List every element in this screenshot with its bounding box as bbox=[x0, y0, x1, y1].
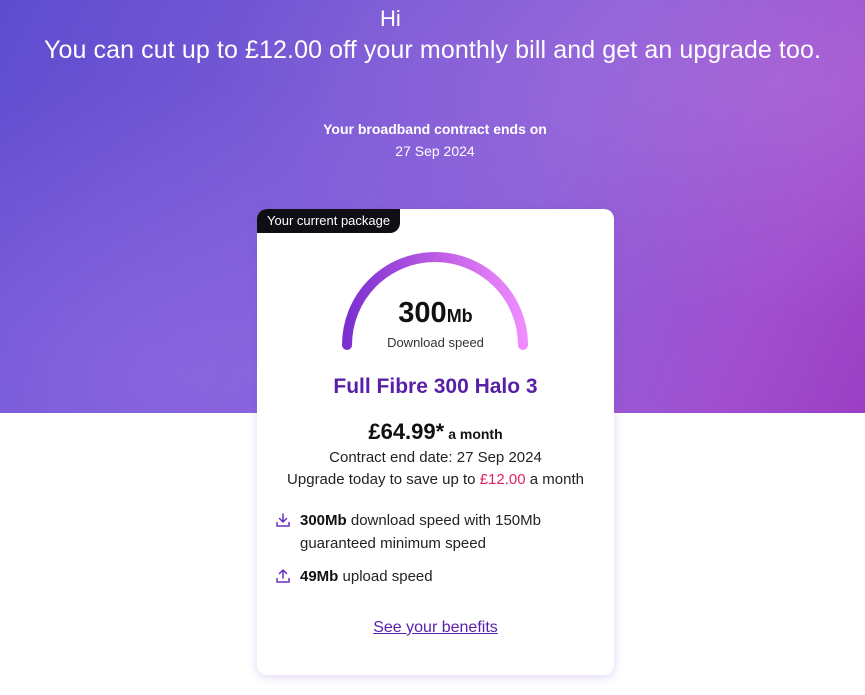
speed-unit: Mb bbox=[446, 306, 473, 326]
package-card: Your current package 300Mb Download spee… bbox=[257, 209, 614, 675]
speed-number: 300 bbox=[398, 297, 447, 329]
savings-line: Upgrade today to save up to £12.00 a mon… bbox=[257, 471, 614, 488]
contract-end-date: Contract end date: 27 Sep 2024 bbox=[329, 449, 542, 466]
feature-upload: 49Mb upload speed bbox=[275, 565, 595, 588]
feature-upload-bold: 49Mb bbox=[300, 568, 339, 585]
price-line: £64.99* a month bbox=[257, 419, 614, 445]
feature-download-bold: 300Mb bbox=[300, 512, 347, 529]
headline: You can cut up to £12.00 off your monthl… bbox=[43, 36, 821, 64]
current-package-badge: Your current package bbox=[257, 209, 401, 233]
contract-date: 27 Sep 2024 bbox=[395, 143, 475, 159]
price-period: a month bbox=[448, 426, 503, 442]
upload-icon bbox=[276, 569, 290, 583]
download-icon bbox=[276, 513, 290, 527]
plan-name: Full Fibre 300 Halo 3 bbox=[333, 375, 538, 398]
greeting: Hi bbox=[380, 6, 401, 31]
speed-label: Download speed bbox=[387, 335, 484, 350]
feature-download: 300Mb download speed with 150Mb guarante… bbox=[275, 509, 595, 555]
contract-label: Your broadband contract ends on bbox=[323, 121, 547, 137]
download-speed-value: 300Mb bbox=[257, 297, 614, 330]
see-benefits-link[interactable]: See your benefits bbox=[257, 619, 614, 637]
savings-amount: £12.00 bbox=[479, 471, 526, 488]
feature-upload-text: upload speed bbox=[338, 568, 433, 585]
monthly-price: £64.99* bbox=[368, 419, 445, 444]
savings-prefix: Upgrade today to save up to bbox=[287, 471, 476, 488]
savings-suffix: a month bbox=[529, 471, 584, 488]
